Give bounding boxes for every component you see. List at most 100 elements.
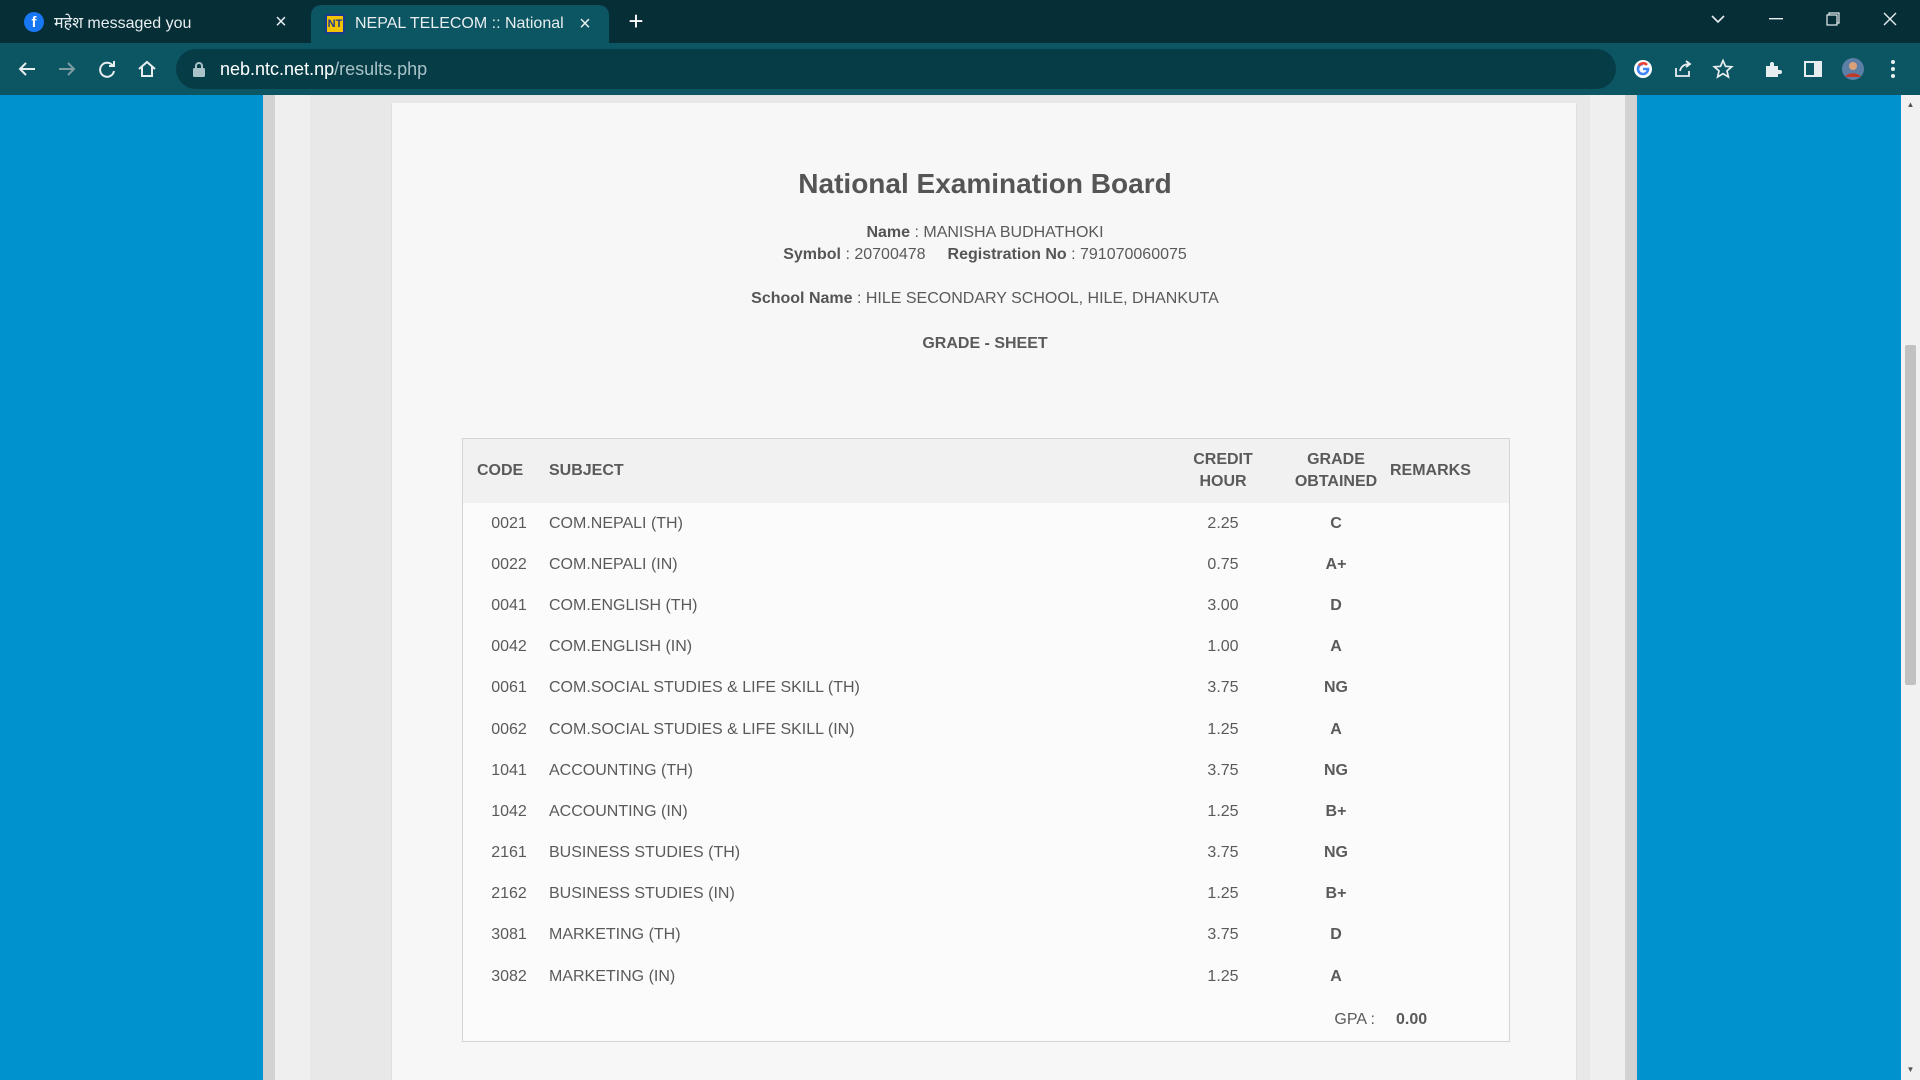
close-tab-icon[interactable]: × bbox=[271, 12, 291, 32]
subject-name: BUSINESS STUDIES (IN) bbox=[549, 885, 735, 903]
credit-hour: 3.75 bbox=[1207, 679, 1239, 697]
tab-search-icon[interactable] bbox=[1690, 0, 1746, 38]
credit-hour: 2.25 bbox=[1207, 514, 1239, 532]
name-label: Name bbox=[866, 224, 911, 241]
table-row: 0062 COM.SOCIAL STUDIES & LIFE SKILL (IN… bbox=[463, 709, 1509, 750]
minimize-icon[interactable] bbox=[1748, 0, 1804, 38]
grade: D bbox=[1330, 926, 1342, 944]
share-icon[interactable] bbox=[1668, 54, 1698, 84]
scroll-down-icon[interactable]: ▼ bbox=[1905, 1065, 1916, 1075]
col-credit-hour: CREDIT HOUR bbox=[1193, 451, 1253, 490]
symbol-number: 20700478 bbox=[854, 246, 926, 263]
table-row: 0022 COM.NEPALI (IN) 0.75 A+ bbox=[463, 544, 1509, 585]
subject-code: 0021 bbox=[491, 514, 527, 532]
reload-icon[interactable] bbox=[92, 54, 122, 84]
credit-hour: 1.00 bbox=[1207, 638, 1239, 656]
profile-avatar[interactable] bbox=[1838, 54, 1868, 84]
subject-name: ACCOUNTING (TH) bbox=[549, 761, 693, 779]
new-tab-icon[interactable]: + bbox=[622, 8, 650, 36]
tab-nepal-telecom[interactable]: NT NEPAL TELECOM :: National Exam × bbox=[311, 5, 609, 43]
grade: NG bbox=[1324, 679, 1348, 697]
subject-code: 3082 bbox=[491, 967, 527, 985]
scroll-up-icon[interactable]: ▲ bbox=[1905, 100, 1916, 110]
subject-code: 2161 bbox=[491, 844, 527, 862]
subject-name: MARKETING (TH) bbox=[549, 926, 681, 944]
google-icon[interactable] bbox=[1628, 54, 1658, 84]
tab-strip: f महेश messaged you × NT NEPAL TELECOM :… bbox=[0, 0, 1920, 43]
close-window-icon[interactable] bbox=[1862, 0, 1918, 38]
subject-code: 0022 bbox=[491, 555, 527, 573]
table-row: 2162 BUSINESS STUDIES (IN) 1.25 B+ bbox=[463, 874, 1509, 915]
extensions-icon[interactable] bbox=[1758, 54, 1788, 84]
registration-number: 791070060075 bbox=[1080, 246, 1187, 263]
menu-kebab-icon[interactable] bbox=[1878, 54, 1908, 84]
url-text: neb.ntc.net.np/results.php bbox=[220, 58, 428, 79]
gpa-row: GPA : 0.00 bbox=[463, 1003, 1509, 1041]
subject-code: 3081 bbox=[491, 926, 527, 944]
table-row: 0061 COM.SOCIAL STUDIES & LIFE SKILL (TH… bbox=[463, 668, 1509, 709]
col-grade-obtained: GRADE OBTAINED bbox=[1294, 451, 1378, 490]
back-icon[interactable] bbox=[12, 54, 42, 84]
school-name: HILE SECONDARY SCHOOL, HILE, DHANKUTA bbox=[865, 290, 1219, 307]
grade: A+ bbox=[1325, 555, 1347, 573]
subject-code: 1042 bbox=[491, 802, 527, 820]
subject-code: 2162 bbox=[491, 885, 527, 903]
subject-name: COM.ENGLISH (IN) bbox=[549, 638, 693, 656]
grade: A bbox=[1330, 638, 1342, 656]
subject-name: ACCOUNTING (IN) bbox=[549, 802, 688, 820]
grade: A bbox=[1330, 720, 1342, 738]
subject-code: 0061 bbox=[491, 679, 527, 697]
credit-hour: 3.75 bbox=[1207, 761, 1239, 779]
close-tab-icon[interactable]: × bbox=[575, 14, 595, 34]
table-row: 3082 MARKETING (IN) 1.25 A bbox=[463, 956, 1509, 997]
subject-name: COM.NEPALI (TH) bbox=[549, 514, 683, 532]
subject-code: 0062 bbox=[491, 720, 527, 738]
credit-hour: 3.00 bbox=[1207, 596, 1239, 614]
table-body: 0021 COM.NEPALI (TH) 2.25 C 0022 COM.NEP… bbox=[463, 503, 1509, 997]
credit-hour: 3.75 bbox=[1207, 844, 1239, 862]
col-remarks: REMARKS bbox=[1390, 462, 1471, 479]
page-container: National Examination Board Name : MANISH… bbox=[275, 95, 1625, 1080]
lock-icon[interactable] bbox=[192, 61, 206, 77]
forward-icon[interactable] bbox=[52, 54, 82, 84]
col-code: CODE bbox=[477, 462, 524, 479]
grade: A bbox=[1330, 967, 1342, 985]
tab-title: महेश messaged you bbox=[54, 14, 192, 32]
grade: C bbox=[1330, 514, 1342, 532]
credit-hour: 1.25 bbox=[1207, 802, 1239, 820]
subject-code: 0041 bbox=[491, 596, 527, 614]
restore-icon[interactable] bbox=[1805, 0, 1861, 38]
page-scrollbar[interactable]: ▲ ▼ bbox=[1901, 95, 1920, 1080]
student-name-line: Name : MANISHA BUDHATHOKI bbox=[866, 224, 1104, 241]
home-icon[interactable] bbox=[132, 54, 162, 84]
credit-hour: 3.75 bbox=[1207, 926, 1239, 944]
table-row: 0042 COM.ENGLISH (IN) 1.00 A bbox=[463, 627, 1509, 668]
grade: NG bbox=[1324, 761, 1348, 779]
credit-hour: 0.75 bbox=[1207, 555, 1239, 573]
credit-hour: 1.25 bbox=[1207, 967, 1239, 985]
bookmark-star-icon[interactable] bbox=[1708, 54, 1738, 84]
subject-name: MARKETING (IN) bbox=[549, 967, 676, 985]
tab-facebook[interactable]: f महेश messaged you × bbox=[0, 0, 305, 43]
grade-table: CODE SUBJECT CREDIT HOUR GRADE OBTAINED RE… bbox=[462, 438, 1510, 1042]
page-viewport: National Examination Board Name : MANISH… bbox=[0, 95, 1901, 1080]
browser-toolbar: neb.ntc.net.np/results.php bbox=[0, 43, 1920, 95]
subject-name: BUSINESS STUDIES (TH) bbox=[549, 844, 741, 862]
content-panel: National Examination Board Name : MANISH… bbox=[310, 95, 1590, 1080]
gpa-label: GPA : bbox=[1334, 1011, 1375, 1028]
subject-code: 1041 bbox=[491, 761, 527, 779]
symbol-label: Symbol bbox=[783, 246, 841, 263]
student-name: MANISHA BUDHATHOKI bbox=[923, 224, 1104, 241]
scrollbar-thumb[interactable] bbox=[1905, 345, 1916, 685]
side-panel-icon[interactable] bbox=[1798, 54, 1828, 84]
tab-title: NEPAL TELECOM :: National Exam bbox=[355, 15, 567, 32]
page-frame: National Examination Board Name : MANISH… bbox=[263, 95, 1637, 1080]
grade: NG bbox=[1324, 844, 1348, 862]
table-header: CODE SUBJECT CREDIT HOUR GRADE OBTAINED RE… bbox=[463, 439, 1509, 503]
registration-label: Registration No bbox=[947, 246, 1067, 263]
table-row: 0021 COM.NEPALI (TH) 2.25 C bbox=[463, 503, 1509, 544]
credit-hour: 1.25 bbox=[1207, 720, 1239, 738]
address-bar[interactable]: neb.ntc.net.np/results.php bbox=[176, 49, 1616, 89]
col-subject: SUBJECT bbox=[549, 462, 624, 479]
grade-sheet-title: GRADE - SHEET bbox=[922, 335, 1048, 352]
